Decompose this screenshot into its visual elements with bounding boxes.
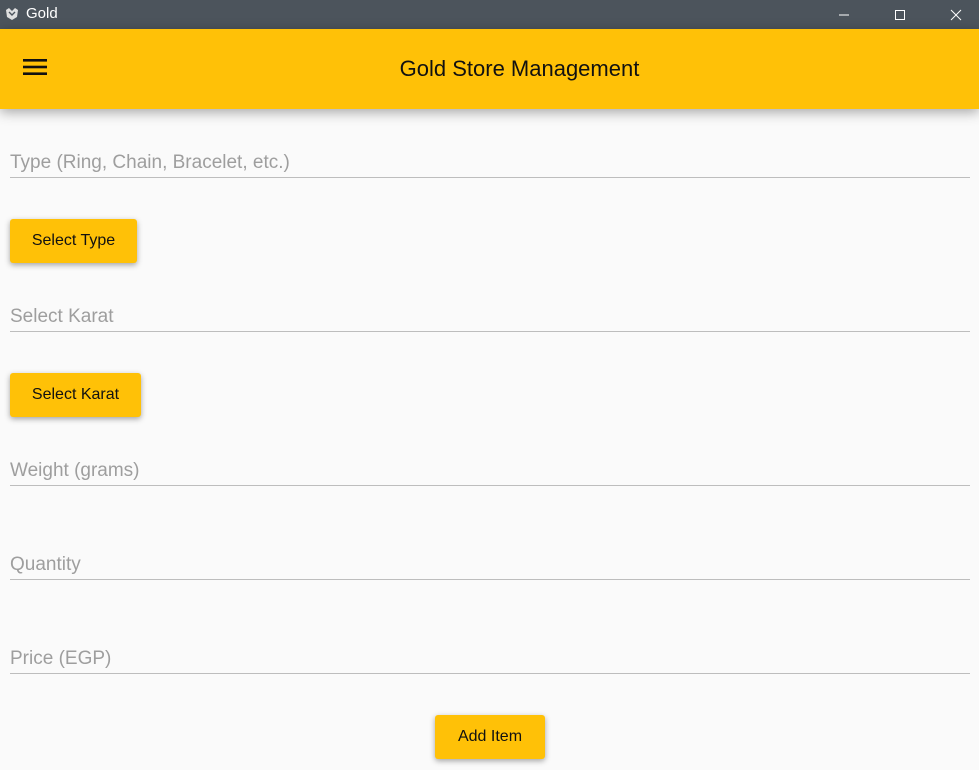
weight-input[interactable] xyxy=(10,456,970,485)
window-title: Gold xyxy=(26,5,58,22)
weight-field xyxy=(10,456,970,486)
select-type-button[interactable]: Select Type xyxy=(10,219,137,263)
price-field xyxy=(10,644,970,674)
close-icon xyxy=(950,9,962,21)
hamburger-menu-icon xyxy=(23,58,47,81)
type-field xyxy=(10,148,970,178)
price-input[interactable] xyxy=(10,644,970,673)
maximize-icon xyxy=(894,9,906,21)
maximize-button[interactable] xyxy=(877,0,923,29)
menu-button[interactable] xyxy=(14,49,56,89)
minimize-icon xyxy=(838,9,850,21)
quantity-field xyxy=(10,550,970,580)
quantity-input[interactable] xyxy=(10,550,970,579)
page-title: Gold Store Management xyxy=(399,56,640,81)
close-button[interactable] xyxy=(933,0,979,29)
karat-field xyxy=(10,302,970,332)
window-titlebar: Gold xyxy=(0,0,979,29)
app-bar: Gold Store Management xyxy=(0,29,979,109)
select-karat-button[interactable]: Select Karat xyxy=(10,373,141,417)
minimize-button[interactable] xyxy=(821,0,867,29)
type-input[interactable] xyxy=(10,148,970,177)
app-logo-icon xyxy=(4,6,20,22)
add-item-button[interactable]: Add Item xyxy=(435,715,545,759)
karat-input[interactable] xyxy=(10,302,970,331)
